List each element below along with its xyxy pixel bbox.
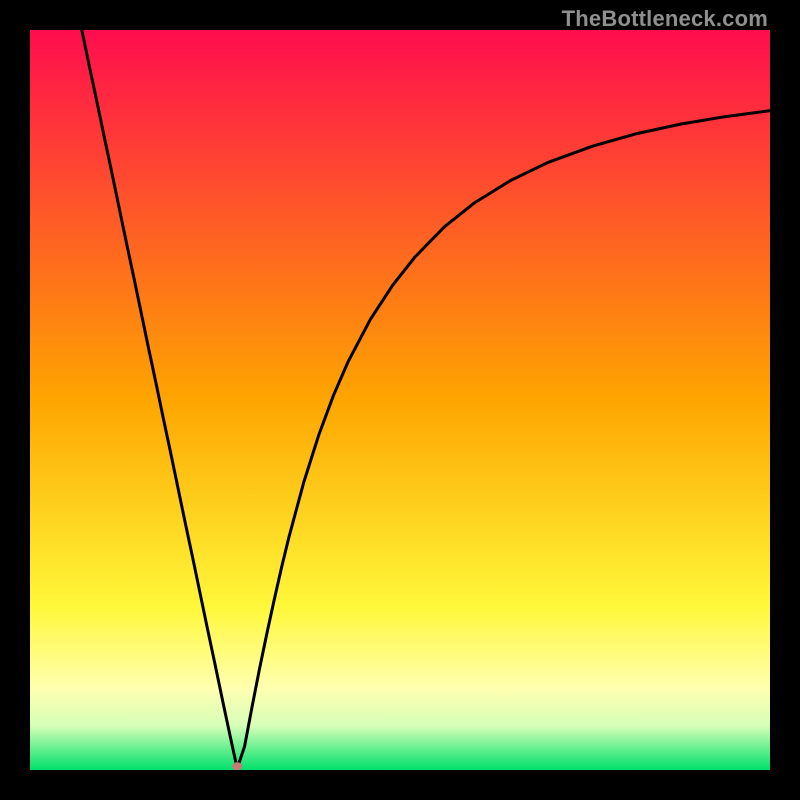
chart-frame xyxy=(30,30,770,770)
optimal-marker xyxy=(232,762,242,770)
watermark-text: TheBottleneck.com xyxy=(562,6,768,32)
chart-svg xyxy=(30,30,770,770)
chart-background xyxy=(30,30,770,770)
